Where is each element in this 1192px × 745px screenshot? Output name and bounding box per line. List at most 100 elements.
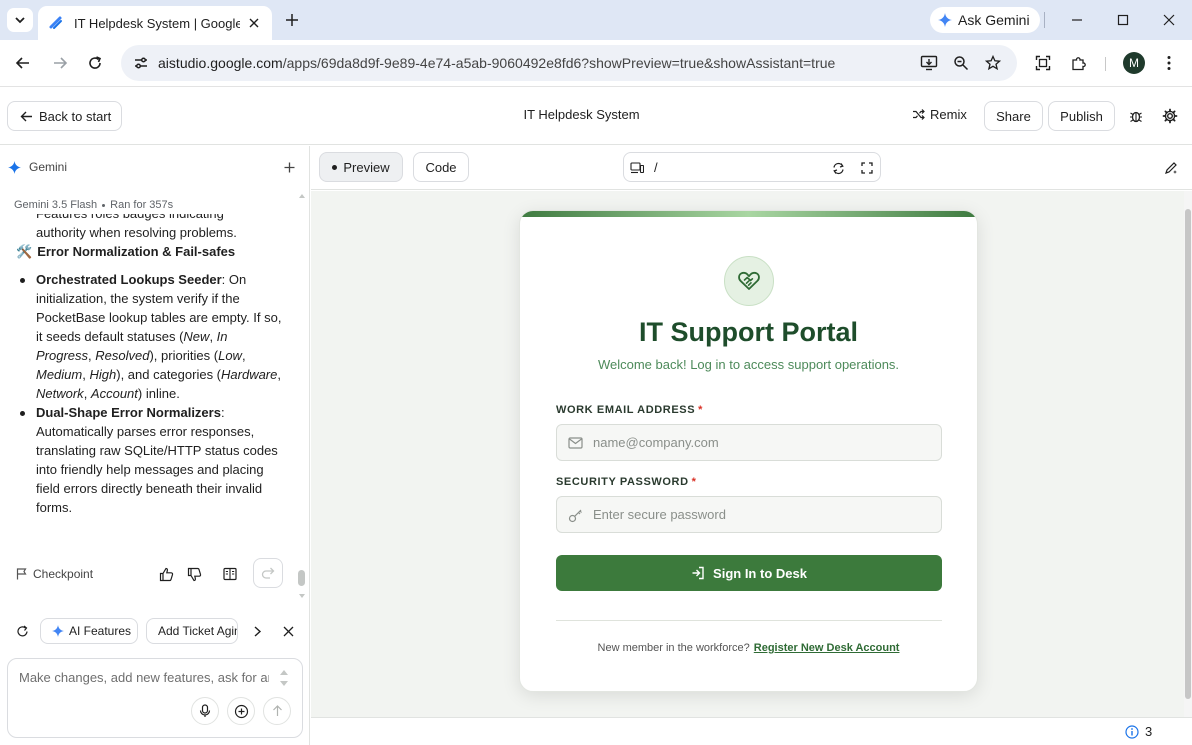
- refresh-preview-icon[interactable]: [829, 159, 847, 177]
- register-link[interactable]: Register New Desk Account: [754, 642, 900, 654]
- install-app-icon[interactable]: [918, 52, 940, 74]
- close-suggestions-icon[interactable]: [279, 622, 297, 640]
- settings-gear-icon[interactable]: [1160, 106, 1180, 126]
- bullet-list: Orchestrated Lookups Seeder: On initiali…: [0, 270, 298, 517]
- new-chat-plus-icon[interactable]: [280, 158, 298, 176]
- zoom-icon[interactable]: [950, 52, 972, 74]
- url-host: aistudio.google.com: [158, 55, 283, 71]
- close-window-icon[interactable]: [1159, 10, 1179, 30]
- bullet-bold: Orchestrated Lookups Seeder: [36, 272, 222, 287]
- separator-dot: [102, 203, 106, 207]
- remix-label: Remix: [930, 107, 967, 122]
- debug-bug-icon[interactable]: [1126, 106, 1146, 126]
- arrow-up-icon: [272, 705, 282, 716]
- preview-path: /: [654, 160, 658, 175]
- scroll-down-arrow-icon[interactable]: [298, 592, 306, 600]
- refresh-suggestions-icon[interactable]: [13, 622, 31, 640]
- scroll-up-arrow-icon[interactable]: [298, 192, 306, 200]
- scrollbar-thumb[interactable]: [298, 570, 305, 586]
- thumbs-up-icon[interactable]: [156, 564, 176, 584]
- message-actions: Checkpoint: [16, 558, 296, 588]
- tab-title: IT Helpdesk System | Google AI Studio: [74, 15, 240, 31]
- chip-label: Add Ticket Aging: [158, 624, 237, 638]
- microphone-button[interactable]: [191, 697, 219, 725]
- plus-circle-icon: [234, 704, 248, 718]
- screenshot-icon[interactable]: [1032, 52, 1054, 74]
- prompt-input[interactable]: Make changes, add new features, ask for …: [7, 658, 303, 738]
- remix-icon: [913, 109, 925, 120]
- chip-ai-features[interactable]: AI Features: [40, 618, 138, 644]
- compare-icon[interactable]: [220, 564, 240, 584]
- bullet-italic: Account: [90, 386, 138, 401]
- address-bar[interactable]: aistudio.google.com/apps/69da8d9f-9e89-4…: [121, 45, 1017, 81]
- device-toggle-icon[interactable]: [628, 159, 646, 177]
- tab-preview[interactable]: Preview: [319, 152, 403, 182]
- assistant-header: Gemini: [8, 160, 67, 174]
- url-path: /apps/69da8d9f-9e89-4e74-a5ab-9060492e8f…: [282, 55, 836, 71]
- flag-icon: [16, 568, 27, 580]
- email-label: WORK EMAIL ADDRESS *: [556, 404, 703, 416]
- bullet-text: ,: [277, 367, 281, 382]
- browser-tab-active[interactable]: IT Helpdesk System | Google AI Studio: [38, 6, 272, 40]
- card-accent-bar: [520, 211, 977, 217]
- register-row: New member in the workforce? Register New…: [520, 642, 977, 654]
- mail-icon: [566, 434, 584, 452]
- chip-add-ticket-aging[interactable]: Add Ticket Aging: [146, 618, 238, 644]
- forward-arrow-icon[interactable]: [49, 52, 71, 74]
- scrollbar-thumb[interactable]: [1185, 209, 1191, 699]
- password-label: SECURITY PASSWORD *: [556, 476, 697, 488]
- gemini-sparkle-icon: [938, 13, 952, 27]
- share-button[interactable]: Share: [984, 101, 1043, 131]
- send-button[interactable]: [263, 697, 291, 725]
- password-input[interactable]: [593, 497, 933, 532]
- email-field[interactable]: [556, 424, 942, 461]
- app-header: Back to start IT Helpdesk System Remix S…: [0, 88, 1192, 145]
- checkpoint-button[interactable]: Checkpoint: [16, 567, 93, 581]
- chevron-right-icon[interactable]: [248, 622, 266, 640]
- bullet-bold: Dual-Shape Error Normalizers: [36, 405, 221, 420]
- remix-button[interactable]: Remix: [912, 107, 967, 122]
- tab-code[interactable]: Code: [413, 152, 469, 182]
- portal-title: IT Support Portal: [639, 317, 858, 347]
- back-arrow-icon[interactable]: [12, 52, 34, 74]
- fullscreen-icon[interactable]: [858, 159, 876, 177]
- extensions-puzzle-icon[interactable]: [1068, 52, 1090, 74]
- app-preview: IT Support Portal Welcome back! Log in t…: [311, 191, 1184, 717]
- tools-icon: 🛠️: [16, 244, 33, 259]
- ask-gemini-button[interactable]: Ask Gemini: [930, 7, 1040, 33]
- bookmark-star-icon[interactable]: [982, 52, 1004, 74]
- handshake-heart-icon: [738, 271, 760, 290]
- minimize-icon[interactable]: [1067, 10, 1087, 30]
- thumbs-down-icon[interactable]: [184, 564, 204, 584]
- prompt-placeholder: Make changes, add new features, ask for …: [19, 670, 269, 685]
- reload-icon[interactable]: [84, 52, 106, 74]
- publish-button[interactable]: Publish: [1048, 101, 1115, 131]
- new-tab-icon[interactable]: [282, 10, 302, 30]
- list-item: Orchestrated Lookups Seeder: On initiali…: [0, 270, 298, 403]
- preview-address-bar[interactable]: /: [623, 152, 881, 182]
- issues-count: 3: [1145, 724, 1153, 739]
- email-input[interactable]: [593, 425, 933, 460]
- password-field[interactable]: [556, 496, 942, 533]
- password-label-text: SECURITY PASSWORD: [556, 476, 689, 488]
- redo-icon: [261, 567, 275, 579]
- bullet-text: ), priorities (: [149, 348, 219, 363]
- tab-search-button[interactable]: [7, 8, 33, 32]
- url-text: aistudio.google.com/apps/69da8d9f-9e89-4…: [158, 55, 835, 71]
- issues-indicator[interactable]: 3: [1125, 724, 1152, 739]
- annotate-edit-icon[interactable]: [1161, 158, 1181, 178]
- profile-avatar[interactable]: M: [1123, 52, 1145, 74]
- bullet-text: ) inline.: [137, 386, 180, 401]
- restore-button[interactable]: [253, 558, 283, 588]
- more-menu-icon[interactable]: [1158, 52, 1180, 74]
- register-prompt: New member in the workforce?: [597, 642, 750, 654]
- gemini-sparkle-icon: [52, 625, 64, 637]
- preview-scrollbar[interactable]: [1184, 191, 1192, 717]
- site-settings-icon[interactable]: [130, 52, 152, 74]
- maximize-icon[interactable]: [1113, 10, 1133, 30]
- chat-scroll-area[interactable]: Features roles badges indicating authori…: [0, 214, 298, 556]
- add-attachment-button[interactable]: [227, 697, 255, 725]
- bullet-italic: High: [89, 367, 117, 382]
- close-tab-icon[interactable]: [246, 15, 262, 31]
- sign-in-button[interactable]: Sign In to Desk: [556, 555, 942, 591]
